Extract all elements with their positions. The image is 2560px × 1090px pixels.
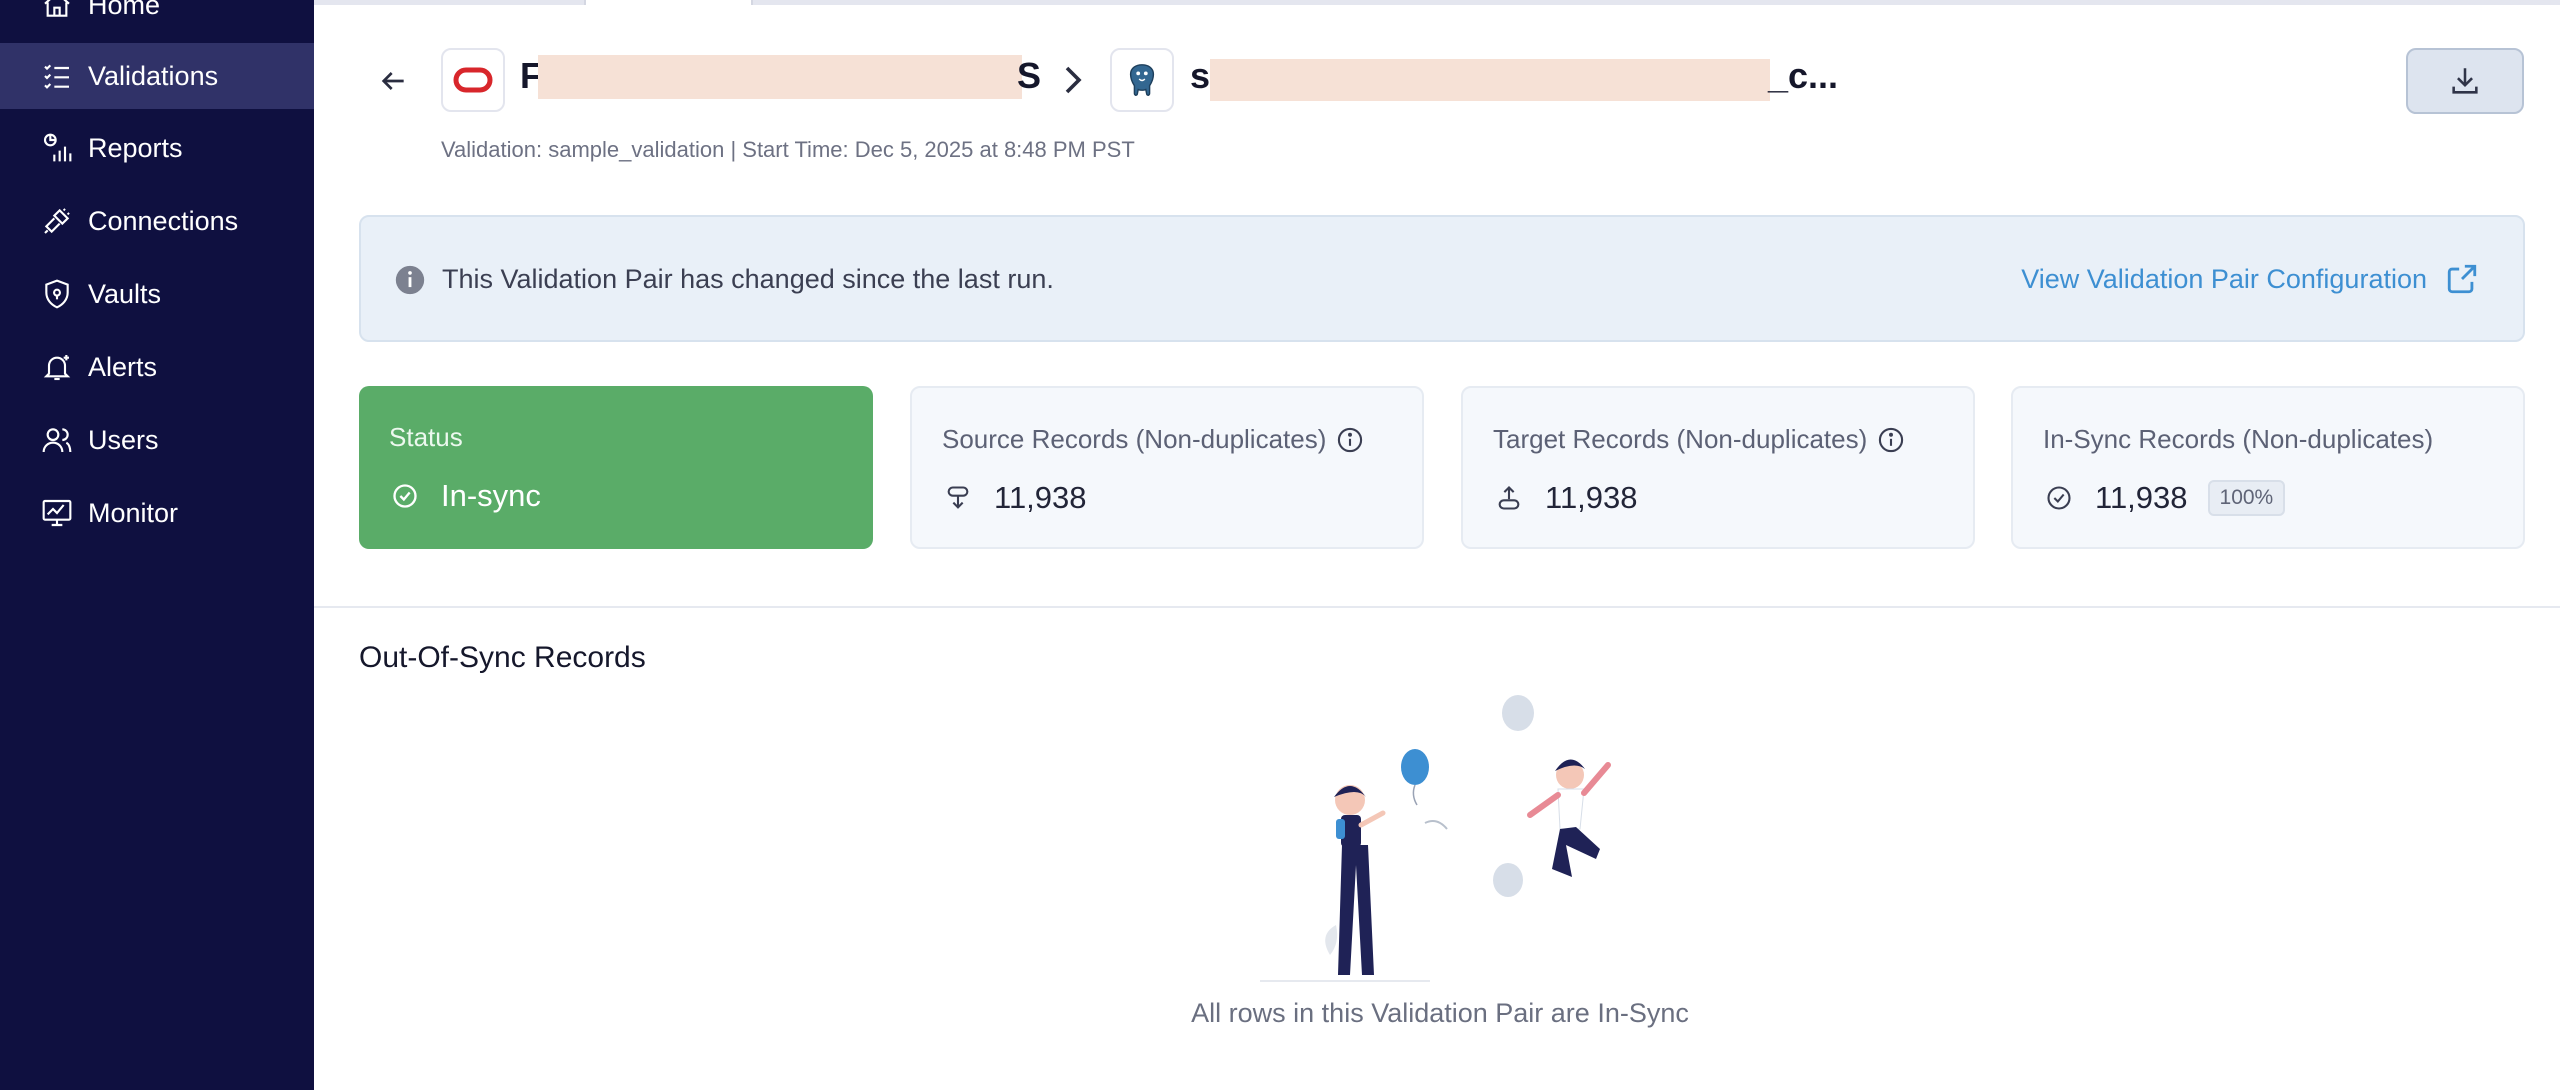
info-outline-icon[interactable]	[1877, 426, 1905, 454]
source-records-card: Source Records (Non-duplicates) 11,938	[910, 386, 1424, 549]
reports-icon	[40, 131, 74, 165]
changed-banner: This Validation Pair has changed since t…	[359, 215, 2525, 342]
source-records-label: Source Records (Non-duplicates)	[942, 424, 1327, 454]
celebration-illustration	[1260, 695, 1611, 982]
source-records-value: 11,938	[994, 480, 1087, 515]
arrow-left-icon	[381, 72, 404, 90]
bell-icon	[40, 350, 74, 384]
sidebar-item-label: Monitor	[88, 497, 179, 528]
insync-records-card: In-Sync Records (Non-duplicates) 11,938 …	[2011, 386, 2525, 549]
source-name-end: S	[1017, 55, 1042, 96]
sidebar-item-alerts[interactable]: Alerts	[0, 334, 314, 400]
redacted-target-name	[1210, 59, 1770, 101]
empty-state-message: All rows in this Validation Pair are In-…	[1191, 998, 1689, 1028]
download-button[interactable]	[2406, 48, 2524, 114]
sidebar: Home Validations Reports Connections Vau…	[0, 0, 314, 1090]
monitor-icon	[40, 496, 74, 530]
sidebar-item-label: Alerts	[88, 351, 158, 382]
banner-message: This Validation Pair has changed since t…	[442, 264, 1054, 294]
sidebar-item-validations[interactable]: Validations	[0, 43, 314, 109]
target-records-value: 11,938	[1545, 480, 1638, 515]
shield-icon	[40, 277, 74, 311]
status-value: In-sync	[441, 478, 541, 513]
target-db-logo	[1110, 48, 1174, 112]
sidebar-item-label: Users	[88, 424, 159, 455]
sidebar-item-reports[interactable]: Reports	[0, 115, 314, 181]
status-label: Status	[389, 422, 463, 452]
check-circle-icon	[389, 480, 421, 512]
target-db-icon	[1493, 482, 1525, 514]
postgresql-icon	[1129, 64, 1155, 96]
target-name-end: _c...	[1768, 55, 1839, 96]
sidebar-item-label: Vaults	[88, 278, 162, 309]
top-tab-strip	[314, 0, 2560, 5]
validation-subtitle: Validation: sample_validation | Start Ti…	[441, 137, 1135, 162]
status-card: Status In-sync	[359, 386, 873, 549]
insync-records-value: 11,938	[2095, 480, 2188, 515]
source-db-icon	[942, 482, 974, 514]
percent-badge: 100%	[2207, 480, 2286, 516]
target-records-label: Target Records (Non-duplicates)	[1493, 424, 1868, 454]
view-config-link[interactable]: View Validation Pair Configuration	[2021, 262, 2479, 296]
info-outline-icon[interactable]	[1336, 426, 1364, 454]
home-icon	[40, 0, 74, 22]
view-config-label: View Validation Pair Configuration	[2021, 263, 2427, 294]
sidebar-item-vaults[interactable]: Vaults	[0, 261, 314, 327]
sidebar-item-label: Reports	[88, 132, 183, 163]
sidebar-item-label: Validations	[88, 60, 219, 91]
redacted-source-name	[538, 55, 1022, 99]
sidebar-item-home[interactable]: Home	[0, 0, 314, 38]
sidebar-item-label: Home	[88, 0, 161, 20]
oracle-icon	[453, 67, 493, 93]
sidebar-item-label: Connections	[88, 205, 239, 236]
active-tab-indicator	[584, 0, 753, 5]
check-circle-icon	[2043, 482, 2075, 514]
back-button[interactable]	[370, 58, 416, 104]
sidebar-item-monitor[interactable]: Monitor	[0, 480, 314, 546]
info-icon	[395, 265, 425, 295]
out-of-sync-title: Out-Of-Sync Records	[359, 641, 646, 674]
sidebar-item-users[interactable]: Users	[0, 407, 314, 473]
checklist-icon	[40, 59, 74, 93]
users-icon	[40, 423, 74, 457]
download-icon	[2452, 68, 2478, 94]
plug-icon	[40, 204, 74, 238]
source-db-logo	[441, 48, 505, 112]
external-link-icon	[2447, 264, 2477, 294]
chevron-right-icon	[1065, 66, 1082, 94]
section-divider	[314, 606, 2560, 608]
insync-records-label: In-Sync Records (Non-duplicates)	[2043, 424, 2434, 454]
target-records-card: Target Records (Non-duplicates) 11,938	[1461, 386, 1975, 549]
target-name-start: s	[1190, 55, 1211, 96]
sidebar-item-connections[interactable]: Connections	[0, 188, 314, 254]
